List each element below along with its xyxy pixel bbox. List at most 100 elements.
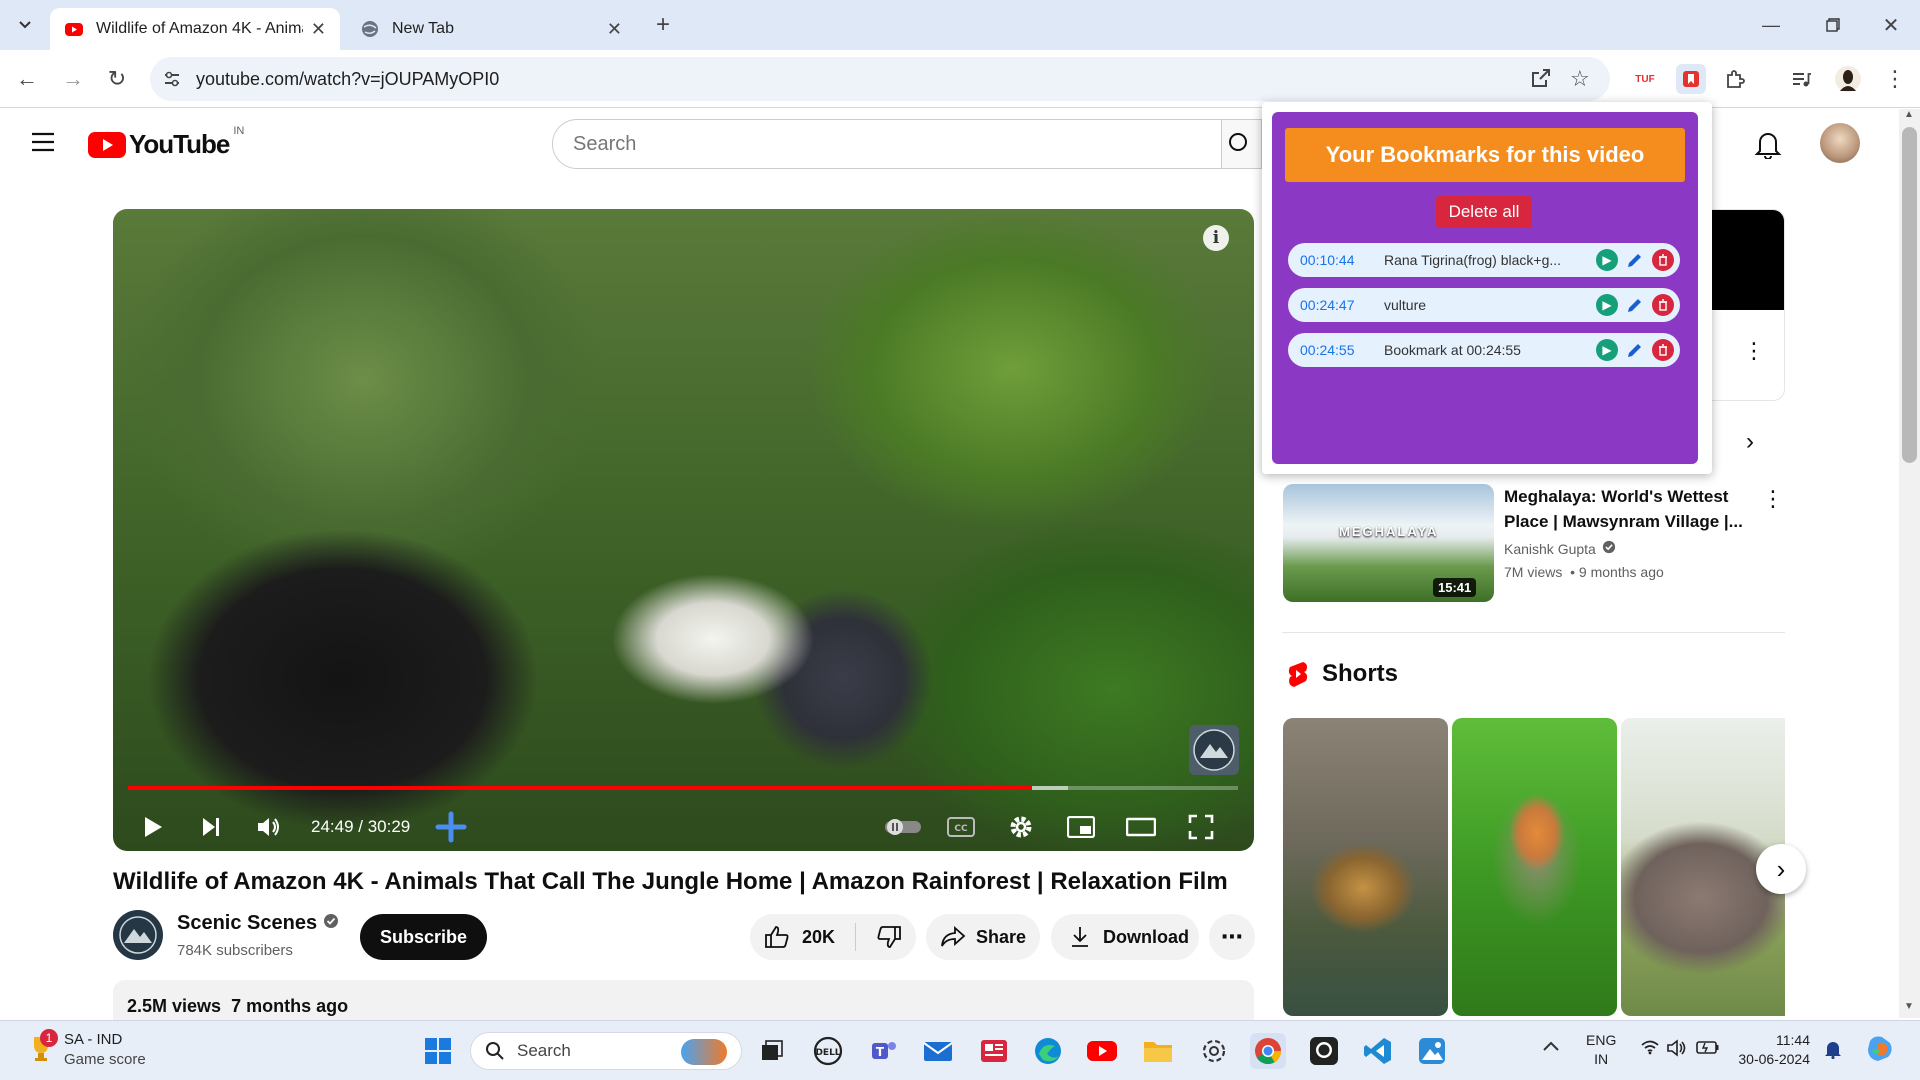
tab-close-icon[interactable]: ✕ <box>607 19 622 40</box>
scrollbar-thumb[interactable] <box>1902 127 1917 463</box>
autoplay-toggle[interactable] <box>883 807 923 847</box>
dell-icon[interactable]: DELL <box>810 1033 846 1069</box>
youtube-search-input[interactable]: Search <box>552 119 1222 169</box>
battery-icon[interactable] <box>1696 1039 1720 1060</box>
youtube-app-icon[interactable] <box>1084 1033 1120 1069</box>
wifi-icon[interactable] <box>1640 1039 1660 1060</box>
play-bookmark-icon[interactable]: ▶ <box>1596 249 1618 271</box>
notification-bell-icon[interactable] <box>1824 1039 1842 1064</box>
show-hidden-icons-chevron-icon[interactable] <box>1542 1039 1560 1057</box>
forward-icon[interactable]: → <box>58 64 88 94</box>
minimize-icon[interactable]: — <box>1756 10 1786 40</box>
like-button[interactable]: 20K <box>750 923 856 951</box>
vscode-icon[interactable] <box>1360 1033 1396 1069</box>
delete-all-button[interactable]: Delete all <box>1436 196 1532 228</box>
restore-icon[interactable] <box>1818 10 1848 40</box>
edit-bookmark-icon[interactable] <box>1624 249 1646 271</box>
start-button-windows-icon[interactable] <box>420 1033 456 1069</box>
ad-menu-icon[interactable]: ⋮ <box>1743 338 1765 364</box>
recommendation-channel[interactable]: Kanishk Gupta <box>1504 540 1616 557</box>
chrome-icon[interactable] <box>1250 1033 1286 1069</box>
close-window-icon[interactable]: ✕ <box>1876 10 1906 40</box>
profile-avatar[interactable] <box>1833 64 1863 94</box>
search-button[interactable] <box>1222 119 1262 169</box>
download-button[interactable]: Download <box>1051 914 1199 960</box>
reload-icon[interactable]: ↻ <box>102 64 132 94</box>
new-tab-button[interactable]: + <box>648 10 678 40</box>
bookmark-time[interactable]: 00:24:47 <box>1288 297 1384 313</box>
file-explorer-icon[interactable] <box>1140 1033 1176 1069</box>
subscribe-button[interactable]: Subscribe <box>360 914 488 960</box>
delete-bookmark-icon[interactable] <box>1652 339 1674 361</box>
address-bar[interactable]: youtube.com/watch?v=jOUPAMyOPI0 ☆ <box>150 57 1610 101</box>
captions-icon[interactable]: CC <box>941 807 981 847</box>
shorts-next-chevron-icon[interactable]: › <box>1756 844 1806 894</box>
bookmark-row[interactable]: 00:24:55 Bookmark at 00:24:55 ▶ <box>1288 333 1680 367</box>
short-thumbnail-bird[interactable] <box>1452 718 1617 1016</box>
github-icon[interactable] <box>1306 1033 1342 1069</box>
extensions-puzzle-icon[interactable] <box>1720 64 1750 94</box>
tab-search-chevron-icon[interactable] <box>10 10 40 40</box>
news-icon[interactable] <box>976 1033 1012 1069</box>
short-thumbnail-jaguar[interactable] <box>1283 718 1448 1016</box>
volume-icon[interactable] <box>249 807 289 847</box>
theater-mode-icon[interactable] <box>1121 807 1161 847</box>
youtube-logo[interactable]: YouTube IN <box>88 125 244 160</box>
edit-bookmark-icon[interactable] <box>1624 294 1646 316</box>
taskbar-search-box[interactable]: Search <box>470 1032 742 1070</box>
widgets-button[interactable]: 1 <box>28 1029 58 1068</box>
edge-browser-icon[interactable] <box>1030 1033 1066 1069</box>
speaker-icon[interactable] <box>1666 1039 1688 1062</box>
tab-youtube[interactable]: Wildlife of Amazon 4K - Animal ✕ <box>50 8 340 50</box>
bookmark-row[interactable]: 00:24:47 vulture ▶ <box>1288 288 1680 322</box>
progress-bar[interactable] <box>128 786 1238 790</box>
recommendation-thumbnail[interactable]: MEGHALAYA 15:41 <box>1283 484 1494 602</box>
dislike-button[interactable] <box>856 925 902 949</box>
channel-name[interactable]: Scenic Scenes <box>177 912 339 935</box>
delete-bookmark-icon[interactable] <box>1652 249 1674 271</box>
edit-bookmark-icon[interactable] <box>1624 339 1646 361</box>
account-avatar[interactable] <box>1820 123 1860 163</box>
site-info-icon[interactable] <box>162 69 182 94</box>
bookmark-time[interactable]: 00:24:55 <box>1288 342 1384 358</box>
bookmark-star-icon[interactable]: ☆ <box>1570 66 1590 92</box>
add-bookmark-plus-icon[interactable] <box>431 807 471 847</box>
bookmark-row[interactable]: 00:10:44 Rana Tigrina(frog) black+g... ▶ <box>1288 243 1680 277</box>
tab-new-tab[interactable]: New Tab ✕ <box>346 8 636 50</box>
clock[interactable]: 11:44 30-06-2024 <box>1736 1031 1810 1069</box>
play-icon[interactable] <box>133 807 173 847</box>
back-icon[interactable]: ← <box>12 64 42 94</box>
play-bookmark-icon[interactable]: ▶ <box>1596 294 1618 316</box>
mail-icon[interactable] <box>920 1033 956 1069</box>
recommendation-menu-icon[interactable]: ⋮ <box>1762 486 1784 512</box>
fullscreen-icon[interactable] <box>1181 807 1221 847</box>
info-icon[interactable]: i <box>1203 225 1229 251</box>
browser-menu-icon[interactable]: ⋮ <box>1880 64 1910 94</box>
share-button[interactable]: Share <box>926 914 1040 960</box>
scroll-up-icon[interactable]: ▲ <box>1904 109 1914 120</box>
settings-gear-icon[interactable] <box>1001 807 1041 847</box>
copilot-icon[interactable] <box>1864 1033 1896 1070</box>
language-indicator[interactable]: ENG IN <box>1586 1031 1616 1069</box>
tab-close-icon[interactable]: ✕ <box>311 19 326 40</box>
notifications-bell-icon[interactable] <box>1754 129 1782 164</box>
video-player[interactable]: i 24:49 / 30:29 CC <box>113 209 1254 851</box>
photos-icon[interactable] <box>1414 1033 1450 1069</box>
task-view-icon[interactable] <box>754 1033 790 1069</box>
more-actions-icon[interactable]: ⋯ <box>1209 914 1255 960</box>
channel-avatar[interactable] <box>113 910 163 960</box>
media-controls-icon[interactable] <box>1786 64 1816 94</box>
channel-watermark-icon[interactable] <box>1189 725 1239 775</box>
delete-bookmark-icon[interactable] <box>1652 294 1674 316</box>
video-bookmark-extension-icon[interactable] <box>1676 64 1706 94</box>
miniplayer-icon[interactable] <box>1061 807 1101 847</box>
recommendation-title[interactable]: Meghalaya: World's Wettest Place | Mawsy… <box>1504 484 1754 534</box>
hamburger-menu-icon[interactable] <box>30 131 56 158</box>
open-in-app-icon[interactable] <box>1530 67 1552 94</box>
page-scrollbar[interactable]: ▲ ▼ <box>1899 109 1920 1018</box>
next-icon[interactable] <box>191 807 231 847</box>
chatgpt-icon[interactable] <box>1196 1033 1232 1069</box>
scroll-down-icon[interactable]: ▼ <box>1904 1001 1914 1012</box>
tuf-extension-icon[interactable]: TUF <box>1630 64 1660 94</box>
play-bookmark-icon[interactable]: ▶ <box>1596 339 1618 361</box>
